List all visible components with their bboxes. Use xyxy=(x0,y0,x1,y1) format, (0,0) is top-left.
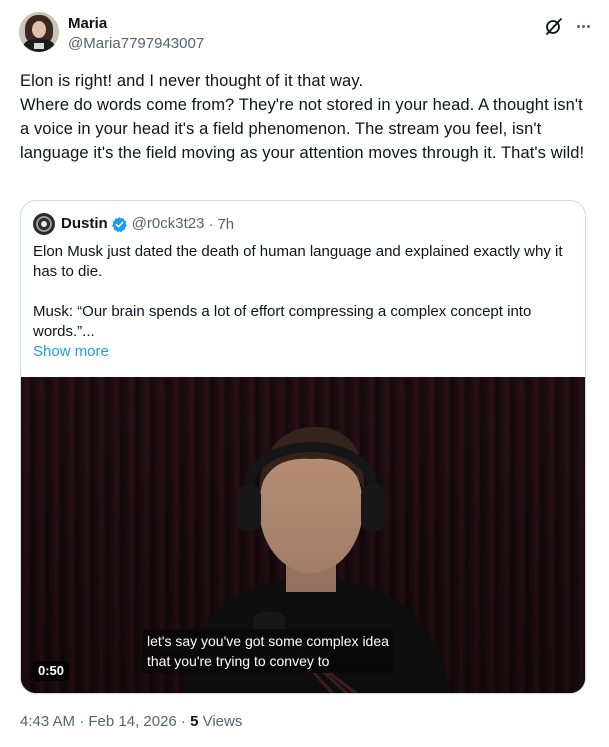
tweet-text: Elon is right! and I never thought of it… xyxy=(20,72,585,162)
more-options-icon[interactable] xyxy=(573,16,593,36)
quoted-tweet-time[interactable]: 7h xyxy=(217,216,234,233)
show-more-link[interactable]: Show more xyxy=(33,342,109,362)
quoted-author-handle[interactable]: @r0ck3t23 xyxy=(132,214,205,234)
author-handle[interactable]: @Maria7797943007 xyxy=(68,34,204,54)
tweet-header: Maria @Maria7797943007 xyxy=(19,12,593,56)
quoted-tweet-header: Dustin @r0ck3t23 · 7h xyxy=(33,213,234,235)
video-duration: 0:50 xyxy=(33,661,70,681)
video-subtitle: let's say you've got some complex idea t… xyxy=(143,629,393,673)
quoted-author-name[interactable]: Dustin xyxy=(61,214,108,234)
video-player[interactable]: let's say you've got some complex idea t… xyxy=(21,377,585,693)
quoted-tweet[interactable]: Dustin @r0ck3t23 · 7h Elon Musk just dat… xyxy=(20,200,586,694)
tweet-meta: 4:43 AM · Feb 14, 2026 · 5 Views xyxy=(20,712,242,732)
separator-dot: · xyxy=(208,215,214,233)
author-name[interactable]: Maria xyxy=(68,14,107,34)
tweet-timestamp[interactable]: 4:43 AM · Feb 14, 2026 · xyxy=(20,713,190,730)
views-label: Views xyxy=(198,713,243,730)
author-avatar[interactable] xyxy=(19,12,59,52)
verified-icon xyxy=(111,216,127,232)
quoted-author-avatar[interactable] xyxy=(33,213,55,235)
grok-icon[interactable] xyxy=(545,17,563,35)
quoted-tweet-text: Elon Musk just dated the death of human … xyxy=(33,243,563,340)
